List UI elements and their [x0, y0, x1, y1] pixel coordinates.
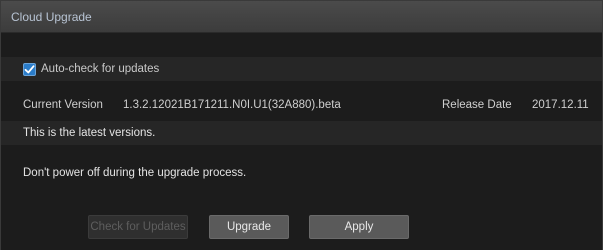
- warning-row: Don't power off during the upgrade proce…: [1, 161, 602, 185]
- status-message: This is the latest versions.: [23, 127, 156, 139]
- check-for-updates-button[interactable]: Check for Updates: [88, 215, 188, 239]
- auto-check-checkbox[interactable]: [23, 62, 36, 76]
- dialog-title: Cloud Upgrade: [11, 9, 92, 24]
- apply-button[interactable]: Apply: [309, 215, 409, 239]
- version-row: Current Version 1.3.2.12021B171211.N0I.U…: [1, 93, 602, 117]
- current-version-label: Current Version: [23, 99, 103, 111]
- checkmark-icon: [24, 64, 35, 73]
- warning-message: Don't power off during the upgrade proce…: [23, 167, 247, 179]
- upgrade-button[interactable]: Upgrade: [209, 215, 289, 239]
- release-date-label: Release Date: [442, 99, 512, 111]
- release-date-value: 2017.12.11: [532, 99, 589, 111]
- status-row: This is the latest versions.: [1, 121, 602, 145]
- auto-check-row[interactable]: Auto-check for updates: [1, 57, 602, 81]
- auto-check-label: Auto-check for updates: [41, 63, 160, 75]
- dialog-titlebar: Cloud Upgrade: [1, 1, 602, 33]
- dialog-content: Auto-check for updates Current Version 1…: [1, 33, 602, 250]
- cloud-upgrade-dialog: Cloud Upgrade Auto-check for updates Cur…: [0, 0, 603, 250]
- current-version-value: 1.3.2.12021B171211.N0I.U1(32A880).beta: [123, 99, 341, 111]
